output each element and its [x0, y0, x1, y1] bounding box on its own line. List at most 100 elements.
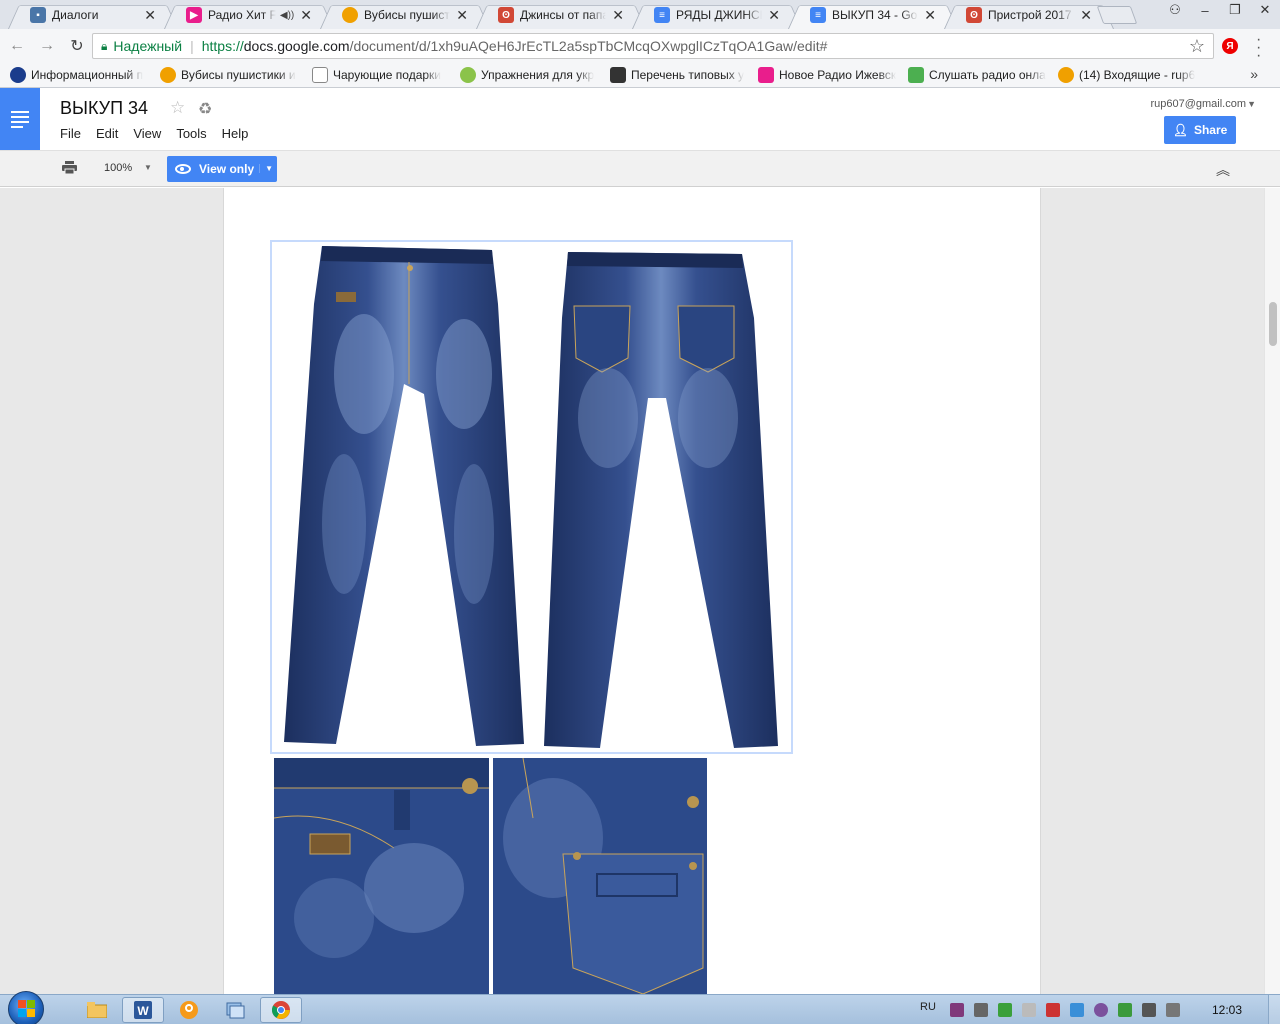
menu-edit[interactable]: Edit [96, 126, 118, 141]
monitor-icon[interactable] [1166, 1003, 1180, 1017]
show-desktop-button[interactable] [1268, 995, 1280, 1024]
viber-icon[interactable] [1094, 1003, 1108, 1017]
tab-title: Вубисы пушисти [364, 8, 451, 22]
tray-x-icon[interactable] [1046, 1003, 1060, 1017]
bookmark-item[interactable]: Вубисы пушистики и [160, 67, 302, 83]
word-taskbar-button[interactable]: W [122, 997, 164, 1023]
menu-help[interactable]: Help [222, 126, 249, 141]
volume-icon[interactable] [1142, 1003, 1156, 1017]
scrollbar-thumb[interactable] [1269, 302, 1277, 346]
clock[interactable]: 12:03 [1212, 1003, 1242, 1017]
share-button[interactable]: 👤︎ Share [1164, 116, 1236, 144]
url-host: docs.google.com [243, 38, 350, 54]
view-only-button[interactable]: View only ▼ [167, 156, 277, 182]
bookmark-item[interactable]: (14) Входящие - rup6 [1058, 67, 1198, 83]
collapse-icon[interactable]: ︽ [1216, 160, 1230, 180]
tab-radio[interactable]: ▶ Радио Хит FM ◀)) ✕ [164, 1, 334, 29]
user-icon[interactable]: ⚇ [1160, 0, 1190, 20]
page-icon [312, 67, 328, 83]
tab-title: ВЫКУП 34 - Goo [832, 8, 919, 22]
wubis-icon [342, 7, 358, 23]
lock-icon: 🔒︎ [101, 38, 108, 53]
tab-vykup-34[interactable]: ≡ ВЫКУП 34 - Goo ✕ [788, 1, 958, 29]
star-icon[interactable]: ☆ [170, 98, 185, 118]
tab-title: Джинсы от папа [520, 8, 607, 22]
more-bookmarks-icon[interactable]: » [1250, 66, 1258, 82]
bookmark-label: Упражнения для укр [481, 68, 595, 82]
menu-file[interactable]: File [60, 126, 81, 141]
start-button[interactable] [8, 991, 44, 1024]
vk-dialog-icon: ▪ [30, 7, 46, 23]
tray-flag-icon[interactable] [1022, 1003, 1036, 1017]
back-icon[interactable]: ← [4, 33, 30, 59]
jeans-back-detail-photo[interactable] [493, 758, 707, 994]
download-icon[interactable] [998, 1003, 1012, 1017]
menu-view[interactable]: View [133, 126, 161, 141]
tab-rows-jeans[interactable]: ≡ РЯДЫ ДЖИНСЫ ✕ [632, 1, 802, 29]
reload-icon[interactable]: ↻ [64, 33, 90, 59]
docs-home-icon[interactable] [0, 88, 40, 150]
close-icon[interactable]: ✕ [456, 7, 468, 24]
separator: | [190, 38, 194, 54]
bookmark-item[interactable]: Информационный п [10, 67, 150, 83]
jeans-front-detail-photo[interactable] [274, 758, 489, 994]
docs-menu-bar: File Edit View Tools Help [60, 126, 263, 141]
account-email[interactable]: rup607@gmail.com [1150, 98, 1246, 110]
close-icon[interactable]: ✕ [924, 7, 936, 24]
bookmark-item[interactable]: Чарующие подарки [312, 67, 450, 83]
chrome-menu-icon[interactable]: · · · [1256, 32, 1261, 64]
mail-icon [1058, 67, 1074, 83]
explorer-taskbar-button[interactable] [76, 997, 118, 1023]
app-taskbar-button[interactable] [214, 997, 256, 1023]
chevron-down-icon[interactable]: ▼ [259, 164, 273, 173]
globe-icon [10, 67, 26, 83]
yandex-icon[interactable]: Я [1222, 38, 1238, 54]
close-icon[interactable]: ✕ [300, 7, 312, 24]
bookmark-item[interactable]: Слушать радио онла [908, 67, 1048, 83]
tab-wubis[interactable]: Вубисы пушисти ✕ [320, 1, 490, 29]
svg-text:W: W [137, 1004, 149, 1018]
odnoklassniki-icon [180, 1001, 198, 1019]
tab-dialogs[interactable]: ▪ Диалоги ✕ [8, 1, 178, 29]
tray-app-icon[interactable] [1118, 1003, 1132, 1017]
forward-icon[interactable]: → [34, 33, 60, 59]
eye-icon [175, 164, 191, 174]
close-icon[interactable]: ✕ [768, 7, 780, 24]
bookmark-label: Вубисы пушистики и [181, 68, 296, 82]
zoom-select[interactable]: 100% [104, 162, 132, 174]
url-text: https://docs.google.com/document/d/1xh9u… [202, 38, 828, 54]
vertical-scrollbar[interactable] [1264, 188, 1280, 994]
drive-icon[interactable]: ♻ [198, 99, 212, 119]
audio-icon[interactable]: ◀)) [280, 10, 294, 21]
close-window-icon[interactable]: ✕ [1250, 0, 1280, 20]
chrome-taskbar-button[interactable] [260, 997, 302, 1023]
tab-jeans-dad[interactable]: ʘ Джинсы от папа ✕ [476, 1, 646, 29]
wubis-icon [160, 67, 176, 83]
bookmark-star-icon[interactable]: ☆ [1189, 36, 1205, 57]
menu-tools[interactable]: Tools [176, 126, 206, 141]
close-icon[interactable]: ✕ [144, 7, 156, 24]
restore-icon[interactable]: ❐ [1220, 0, 1250, 20]
language-indicator[interactable]: RU [920, 1001, 936, 1013]
onenote-icon[interactable] [950, 1003, 964, 1017]
printer-icon[interactable] [974, 1003, 988, 1017]
docs-header: ВЫКУП 34 ☆ ♻ File Edit View Tools Help r… [0, 88, 1280, 150]
bookmark-item[interactable]: Перечень типовых у [610, 67, 748, 83]
new-tab-button[interactable] [1096, 6, 1138, 24]
network-icon[interactable] [1070, 1003, 1084, 1017]
chevron-down-icon[interactable]: ▼ [1247, 99, 1256, 109]
print-icon[interactable] [62, 161, 77, 174]
close-icon[interactable]: ✕ [612, 7, 624, 24]
tab-pristroy[interactable]: ʘ Пристрой 2017 с ✕ [944, 1, 1114, 29]
odnoklassniki-taskbar-button[interactable] [168, 997, 210, 1023]
document-title: ВЫКУП 34 [60, 98, 149, 118]
flower-icon [460, 67, 476, 83]
bookmark-item[interactable]: Упражнения для укр [460, 67, 600, 83]
word-icon: W [134, 1001, 152, 1019]
close-icon[interactable]: ✕ [1080, 7, 1092, 24]
minimize-icon[interactable]: – [1190, 0, 1220, 20]
address-bar[interactable]: 🔒︎ Надежный | https://docs.google.com/do… [92, 33, 1214, 59]
chevron-down-icon[interactable]: ▼ [144, 163, 152, 172]
share-label: Share [1193, 123, 1228, 137]
bookmark-item[interactable]: Новое Радио Ижевск [758, 67, 898, 83]
